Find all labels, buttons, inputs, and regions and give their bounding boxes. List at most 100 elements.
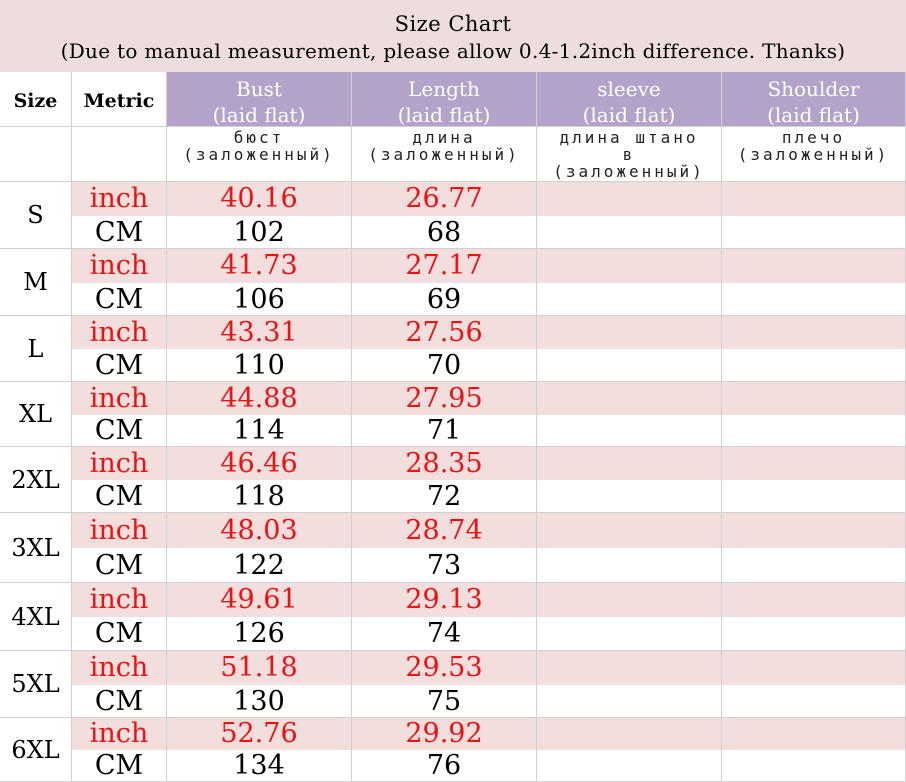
metric-unit: inch bbox=[72, 182, 167, 216]
value-cell bbox=[722, 513, 906, 548]
column-header-label: Shoulder bbox=[767, 77, 860, 101]
value-cell: 68 bbox=[352, 216, 537, 248]
size-label: 6XL bbox=[0, 718, 72, 782]
value-cell bbox=[537, 583, 722, 617]
size-header-blank bbox=[0, 127, 72, 182]
value-cell bbox=[722, 316, 906, 349]
inch-row: inch 41.73 27.17 bbox=[72, 249, 906, 283]
value-cell bbox=[722, 349, 906, 381]
column-header-sublabel: (laid flat) bbox=[212, 103, 306, 127]
value-cell bbox=[722, 583, 906, 617]
metric-unit: CM bbox=[72, 216, 167, 248]
value-cell bbox=[722, 718, 906, 750]
metric-unit: inch bbox=[72, 718, 167, 750]
value-cell: 118 bbox=[167, 480, 352, 512]
cm-row: CM 106 69 bbox=[72, 283, 906, 316]
value-cell: 44.88 bbox=[167, 382, 352, 415]
value-cell: 27.56 bbox=[352, 316, 537, 349]
value-cell: 43.31 bbox=[167, 316, 352, 349]
value-cell bbox=[537, 249, 722, 283]
column-header-label: sleeve bbox=[597, 77, 661, 101]
value-cell: 29.92 bbox=[352, 718, 537, 750]
value-cell: 74 bbox=[352, 617, 537, 650]
value-cell: 70 bbox=[352, 349, 537, 381]
value-cell bbox=[722, 750, 906, 781]
value-cell bbox=[722, 480, 906, 512]
inch-row: inch 43.31 27.56 bbox=[72, 316, 906, 349]
value-cell: 102 bbox=[167, 216, 352, 248]
value-cell: 52.76 bbox=[167, 718, 352, 750]
value-cell bbox=[722, 182, 906, 216]
metric-unit: inch bbox=[72, 583, 167, 617]
value-cell bbox=[537, 718, 722, 750]
inch-row: inch 51.18 29.53 bbox=[72, 651, 906, 685]
value-cell bbox=[722, 216, 906, 248]
metric-unit: inch bbox=[72, 316, 167, 349]
inch-row: inch 40.16 26.77 bbox=[72, 182, 906, 216]
value-cell bbox=[537, 548, 722, 582]
value-cell bbox=[537, 283, 722, 315]
value-cell: 126 bbox=[167, 617, 352, 650]
cm-row: CM 134 76 bbox=[72, 750, 906, 782]
column-header-shoulder: Shoulder (laid flat) bbox=[722, 72, 906, 127]
cm-row: CM 118 72 bbox=[72, 480, 906, 513]
size-label: 3XL bbox=[0, 513, 72, 583]
value-cell bbox=[537, 685, 722, 717]
value-cell: 49.61 bbox=[167, 583, 352, 617]
size-header: Size bbox=[0, 72, 72, 127]
value-cell: 28.35 bbox=[352, 447, 537, 480]
metric-unit: CM bbox=[72, 349, 167, 381]
metric-unit: inch bbox=[72, 382, 167, 415]
inch-row: inch 49.61 29.13 bbox=[72, 583, 906, 617]
column-header-sublabel: (laid flat) bbox=[582, 103, 676, 127]
size-label: S bbox=[0, 182, 72, 249]
column-header-bust: Bust (laid flat) bbox=[167, 72, 352, 127]
value-cell bbox=[537, 513, 722, 548]
value-cell bbox=[722, 382, 906, 415]
inch-row: inch 46.46 28.35 bbox=[72, 447, 906, 480]
value-cell: 106 bbox=[167, 283, 352, 315]
value-cell bbox=[537, 480, 722, 512]
value-cell: 69 bbox=[352, 283, 537, 315]
column-header-russian: длина штано в (заложенный) bbox=[537, 127, 722, 182]
size-chart: Size Chart (Due to manual measurement, p… bbox=[0, 0, 906, 782]
value-cell bbox=[537, 349, 722, 381]
size-label: 5XL bbox=[0, 651, 72, 718]
value-cell bbox=[537, 382, 722, 415]
value-cell bbox=[722, 415, 906, 446]
value-cell bbox=[722, 447, 906, 480]
value-cell: 51.18 bbox=[167, 651, 352, 685]
chart-title: Size Chart bbox=[394, 12, 512, 36]
value-cell: 29.13 bbox=[352, 583, 537, 617]
value-cell bbox=[722, 685, 906, 717]
metric-unit: CM bbox=[72, 415, 167, 446]
value-cell bbox=[722, 548, 906, 582]
value-cell bbox=[722, 617, 906, 650]
cm-row: CM 114 71 bbox=[72, 415, 906, 447]
value-cell: 48.03 bbox=[167, 513, 352, 548]
value-cell bbox=[537, 316, 722, 349]
size-label: 2XL bbox=[0, 447, 72, 513]
column-header-sublabel: (laid flat) bbox=[397, 103, 491, 127]
value-cell bbox=[722, 283, 906, 315]
value-cell: 122 bbox=[167, 548, 352, 582]
value-cell: 110 bbox=[167, 349, 352, 381]
metric-unit: CM bbox=[72, 283, 167, 315]
value-cell bbox=[537, 216, 722, 248]
column-header-russian: длина (заложенный) bbox=[352, 127, 537, 182]
metric-unit: inch bbox=[72, 447, 167, 480]
column-header-russian: бюст (заложенный) bbox=[167, 127, 352, 182]
column-header-russian: плечо (заложенный) bbox=[722, 127, 906, 182]
cm-row: CM 126 74 bbox=[72, 617, 906, 651]
value-cell: 27.95 bbox=[352, 382, 537, 415]
value-cell bbox=[537, 750, 722, 781]
cm-row: CM 102 68 bbox=[72, 216, 906, 249]
inch-row: inch 44.88 27.95 bbox=[72, 382, 906, 415]
cm-row: CM 110 70 bbox=[72, 349, 906, 382]
metric-unit: CM bbox=[72, 480, 167, 512]
column-header-length: Length (laid flat) bbox=[352, 72, 537, 127]
cm-row: CM 130 75 bbox=[72, 685, 906, 718]
value-cell: 130 bbox=[167, 685, 352, 717]
column-header-label: Bust bbox=[236, 77, 282, 101]
metric-unit: inch bbox=[72, 651, 167, 685]
